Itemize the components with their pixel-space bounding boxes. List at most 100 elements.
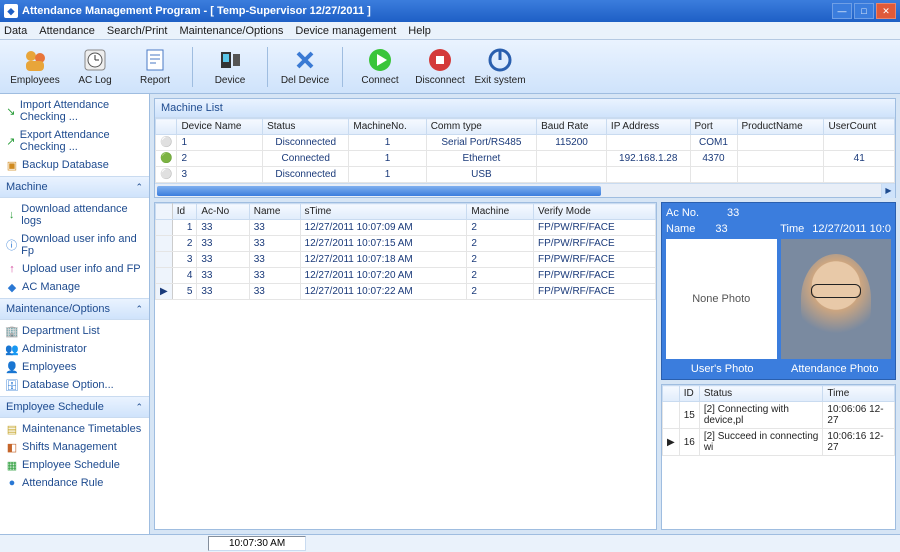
sidebar-item-label: Employees — [22, 361, 76, 373]
column-header[interactable]: Status — [699, 386, 823, 402]
close-button[interactable]: ✕ — [876, 3, 896, 19]
table-row[interactable]: 🟢2Connected1Ethernet192.168.1.28437041 — [156, 151, 895, 167]
sidebar-item[interactable]: 👤Employees — [0, 358, 149, 376]
column-header[interactable]: Ac-No — [197, 204, 249, 220]
chevron-up-icon: ⌃ — [135, 182, 143, 193]
sidebar-item[interactable]: ▣Backup Database — [0, 156, 149, 174]
sidebar-icon: 🏢 — [6, 325, 18, 337]
table-row[interactable]: ⚪3Disconnected1USB — [156, 167, 895, 183]
sidebar-icon: 🗄 — [6, 379, 18, 391]
sidebar-icon: ▦ — [6, 459, 18, 471]
column-header[interactable]: MachineNo. — [349, 119, 426, 135]
machine-list-scrollbar[interactable]: ▶ — [155, 183, 895, 197]
table-row[interactable]: 15[2] Connecting with device,pl10:06:06 … — [663, 402, 895, 429]
sidebar-item[interactable]: ▤Maintenance Timetables — [0, 420, 149, 438]
log-grid[interactable]: IdAc-NoNamesTimeMachineVerify Mode 13333… — [155, 203, 656, 300]
sidebar-item[interactable]: ↑Upload user info and FP — [0, 260, 149, 278]
menu-attendance[interactable]: Attendance — [39, 25, 95, 37]
device-icon — [217, 47, 243, 73]
sidebar-item-label: Maintenance Timetables — [22, 423, 141, 435]
column-header[interactable]: Comm type — [426, 119, 536, 135]
menu-maintenance[interactable]: Maintenance/Options — [179, 25, 283, 37]
row-indicator: ▶ — [663, 429, 680, 456]
sidebar-icon: ● — [6, 477, 18, 489]
sidebar-item[interactable]: ▦Employee Schedule — [0, 456, 149, 474]
column-header[interactable]: Verify Mode — [534, 204, 656, 220]
table-row[interactable]: 3333312/27/2011 10:07:18 AM2FP/PW/RF/FAC… — [156, 252, 656, 268]
users-photo-label: User's Photo — [666, 363, 779, 375]
sidebar-item-label: Download user info and Fp — [21, 233, 143, 257]
name-value: 33 — [715, 223, 727, 235]
table-row[interactable]: 4333312/27/2011 10:07:20 AM2FP/PW/RF/FAC… — [156, 268, 656, 284]
column-header[interactable]: UserCount — [824, 119, 895, 135]
row-indicator — [156, 236, 173, 252]
maximize-button[interactable]: □ — [854, 3, 874, 19]
row-icon: 🟢 — [156, 151, 177, 167]
toolbar-deldevice[interactable]: Del Device — [276, 43, 334, 91]
log-pane: IdAc-NoNamesTimeMachineVerify Mode 13333… — [154, 202, 657, 530]
time-value: 12/27/2011 10:0 — [812, 223, 891, 235]
sidebar-item[interactable]: ↗Export Attendance Checking ... — [0, 126, 149, 156]
table-row[interactable]: 2333312/27/2011 10:07:15 AM2FP/PW/RF/FAC… — [156, 236, 656, 252]
play-icon — [367, 47, 393, 73]
minimize-button[interactable]: — — [832, 3, 852, 19]
column-header[interactable]: sTime — [300, 204, 467, 220]
column-header[interactable]: ID — [679, 386, 699, 402]
sidebar-item-label: AC Manage — [22, 281, 80, 293]
column-header[interactable]: IP Address — [606, 119, 690, 135]
menubar: Data Attendance Search/Print Maintenance… — [0, 22, 900, 40]
toolbar-exit[interactable]: Exit system — [471, 43, 529, 91]
main-area: Machine List Device NameStatusMachineNo.… — [150, 94, 900, 534]
toolbar-connect[interactable]: Connect — [351, 43, 409, 91]
table-row[interactable]: ⚪1Disconnected1Serial Port/RS485115200CO… — [156, 135, 895, 151]
toolbar-aclog[interactable]: AC Log — [66, 43, 124, 91]
column-header[interactable]: Baud Rate — [537, 119, 607, 135]
table-row[interactable]: 1333312/27/2011 10:07:09 AM2FP/PW/RF/FAC… — [156, 220, 656, 236]
attendance-photo — [781, 239, 892, 359]
sidebar-item[interactable]: 🗄Database Option... — [0, 376, 149, 394]
sidebar-item-label: Export Attendance Checking ... — [20, 129, 143, 153]
column-header[interactable]: Status — [263, 119, 349, 135]
status-log-grid[interactable]: IDStatusTime 15[2] Connecting with devic… — [662, 385, 895, 456]
menu-search[interactable]: Search/Print — [107, 25, 168, 37]
sidebar-item[interactable]: ◧Shifts Management — [0, 438, 149, 456]
toolbar-report[interactable]: Report — [126, 43, 184, 91]
toolbar-device[interactable]: Device — [201, 43, 259, 91]
menu-help[interactable]: Help — [408, 25, 431, 37]
menu-device[interactable]: Device management — [295, 25, 396, 37]
column-header[interactable]: Device Name — [177, 119, 263, 135]
sidebar-item-label: Import Attendance Checking ... — [20, 99, 143, 123]
sidebar-item[interactable]: 🏢 Department List — [0, 322, 149, 340]
column-header[interactable]: ProductName — [737, 119, 824, 135]
column-header[interactable]: Port — [690, 119, 737, 135]
column-header[interactable]: Id — [172, 204, 197, 220]
row-icon: ⚪ — [156, 167, 177, 183]
sidebar-item[interactable]: ◆AC Manage — [0, 278, 149, 296]
sidebar-item[interactable]: ↘ Import Attendance Checking ... — [0, 96, 149, 126]
power-icon — [487, 47, 513, 73]
sidebar-panel-header[interactable]: Employee Schedule⌃ — [0, 396, 149, 418]
row-indicator — [156, 268, 173, 284]
table-row[interactable]: ▶5333312/27/2011 10:07:22 AM2FP/PW/RF/FA… — [156, 284, 656, 300]
sidebar-panel-header[interactable]: Machine⌃ — [0, 176, 149, 198]
column-header[interactable]: Name — [249, 204, 300, 220]
sidebar-item[interactable]: 👥Administrator — [0, 340, 149, 358]
sidebar-item[interactable]: ●Attendance Rule — [0, 474, 149, 492]
row-indicator: ▶ — [156, 284, 173, 300]
machine-list-grid[interactable]: Device NameStatusMachineNo.Comm typeBaud… — [155, 118, 895, 183]
menu-data[interactable]: Data — [4, 25, 27, 37]
table-row[interactable]: ▶16[2] Succeed in connecting wi10:06:16 … — [663, 429, 895, 456]
toolbar-separator — [267, 47, 268, 87]
toolbar-disconnect[interactable]: Disconnect — [411, 43, 469, 91]
sidebar-item[interactable]: ⓘDownload user info and Fp — [0, 230, 149, 260]
column-header[interactable]: Machine — [467, 204, 534, 220]
column-header[interactable]: Time — [823, 386, 895, 402]
toolbar-employees[interactable]: Employees — [6, 43, 64, 91]
sidebar-item-label: Department List — [22, 325, 100, 337]
sidebar-panel-header[interactable]: Maintenance/Options⌃ — [0, 298, 149, 320]
sidebar-icon: ↘ — [6, 105, 16, 117]
titlebar: ◆ Attendance Management Program - [ Temp… — [0, 0, 900, 22]
sidebar-item[interactable]: ↓Download attendance logs — [0, 200, 149, 230]
name-label: Name — [666, 223, 695, 235]
status-log: IDStatusTime 15[2] Connecting with devic… — [661, 384, 896, 530]
